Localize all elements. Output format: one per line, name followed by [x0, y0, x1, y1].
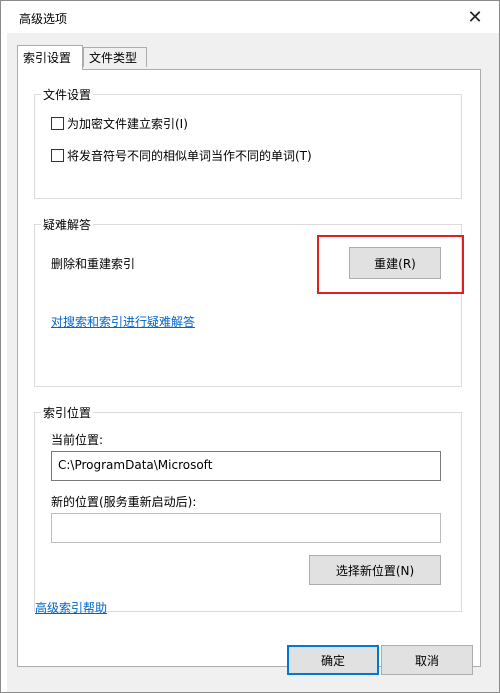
ok-button[interactable]: 确定 — [287, 645, 379, 675]
close-button[interactable]: ✕ — [461, 5, 489, 29]
index-settings-panel: 文件设置 为加密文件建立索引(I) 将发音符号不同的相似单词当作不同的单词(T)… — [17, 69, 481, 667]
file-settings-legend: 文件设置 — [43, 88, 92, 102]
tab-label: 索引设置 — [23, 51, 72, 65]
current-location-field: C:\ProgramData\Microsoft — [51, 451, 441, 481]
select-new-location-button[interactable]: 选择新位置(N) — [309, 555, 441, 585]
dialog-body: 索引设置 文件类型 文件设置 为加密文件建立索引(I) 将发音符号不同的相似单词… — [7, 33, 499, 692]
new-location-field — [51, 513, 441, 543]
diacritics-label: 将发音符号不同的相似单词当作不同的单词(T) — [67, 148, 312, 163]
encrypt-files-label: 为加密文件建立索引(I) — [67, 116, 188, 131]
rebuild-button[interactable]: 重建(R) — [349, 247, 441, 279]
cancel-button[interactable]: 取消 — [381, 645, 473, 675]
troubleshoot-link[interactable]: 对搜索和索引进行疑难解答 — [51, 313, 195, 330]
close-icon: ✕ — [467, 6, 483, 28]
troubleshooting-legend: 疑难解答 — [43, 218, 92, 232]
diacritics-option[interactable]: 将发音符号不同的相似单词当作不同的单词(T) — [51, 147, 312, 163]
diacritics-checkbox[interactable] — [51, 148, 64, 162]
advanced-indexing-help-link[interactable]: 高级索引帮助 — [35, 599, 107, 616]
file-settings-group: 文件设置 为加密文件建立索引(I) 将发音符号不同的相似单词当作不同的单词(T) — [34, 86, 462, 199]
advanced-options-dialog: 高级选项 ✕ 索引设置 文件类型 文件设置 为加密文件建立索引(I) 将发音符号… — [0, 0, 500, 693]
index-location-legend: 索引位置 — [43, 406, 92, 420]
encrypt-files-checkbox[interactable] — [51, 116, 64, 130]
tab-index-settings[interactable]: 索引设置 — [17, 45, 83, 70]
tab-label: 文件类型 — [89, 51, 138, 65]
index-location-group: 索引位置 当前位置: C:\ProgramData\Microsoft 新的位置… — [34, 404, 462, 612]
rebuild-description: 删除和重建索引 — [51, 257, 136, 271]
troubleshooting-group: 疑难解答 删除和重建索引 重建(R) 对搜索和索引进行疑难解答 — [34, 216, 462, 387]
current-location-label: 当前位置: — [51, 433, 104, 447]
tab-file-types[interactable]: 文件类型 — [83, 47, 147, 67]
encrypt-files-option[interactable]: 为加密文件建立索引(I) — [51, 115, 188, 131]
dialog-title: 高级选项 — [19, 12, 68, 26]
new-location-label: 新的位置(服务重新启动后): — [51, 495, 197, 509]
title-bar: 高级选项 ✕ — [1, 1, 499, 33]
